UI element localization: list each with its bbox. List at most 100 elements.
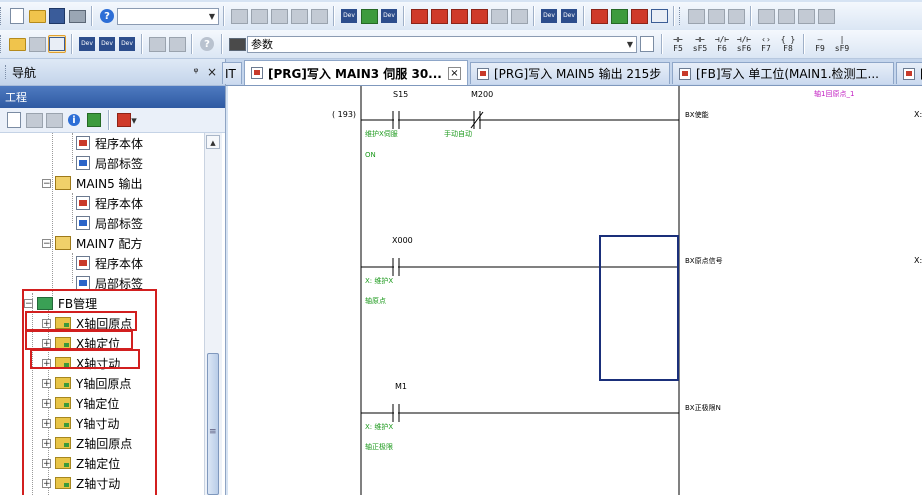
ladder-edit-icon[interactable] — [817, 7, 835, 25]
close-icon[interactable]: × — [204, 65, 220, 79]
toolbar-separator — [533, 6, 535, 26]
pane-grip[interactable] — [5, 65, 9, 79]
tree-item-label: 程序本体 — [95, 256, 144, 271]
dev-icon[interactable]: Dev — [98, 35, 116, 53]
hline-icon[interactable]: — F9 — [809, 35, 831, 53]
tree-guide — [72, 193, 73, 223]
binoculars-icon[interactable] — [228, 35, 246, 53]
instruction-icon[interactable]: { } F8 — [777, 35, 799, 53]
monitor-icon[interactable] — [630, 7, 648, 25]
tab-label: [PRG]写入 MAIN5 输出 215步 — [494, 67, 662, 81]
help-icon[interactable]: ? — [98, 7, 116, 25]
monitor-icon[interactable] — [590, 7, 608, 25]
open-icon[interactable] — [28, 7, 46, 25]
dev-icon[interactable]: Dev — [118, 35, 136, 53]
parameter-combo-value: 参数 — [251, 38, 273, 51]
copy-icon[interactable] — [25, 111, 43, 129]
help-icon[interactable]: ? — [198, 35, 216, 53]
tree-item-program-body[interactable]: 程序本体 — [76, 193, 143, 213]
pin-icon[interactable]: ᵠ — [188, 65, 204, 79]
contact-nc-or-icon[interactable]: ⊣/⊢ sF6 — [733, 35, 755, 53]
ladder-edit-icon[interactable] — [727, 7, 745, 25]
print-icon[interactable] — [68, 7, 86, 25]
tree-item-program-body[interactable]: 程序本体 — [76, 133, 143, 153]
project-header-label: 工程 — [5, 91, 27, 104]
project-tree: 程序本体 局部标签 − MAIN5 输出 程序本体 局部标签 − MAIN7 配… — [0, 133, 204, 495]
close-icon[interactable]: × — [448, 66, 461, 80]
device-icon[interactable] — [650, 7, 668, 25]
ladder-mode-icon[interactable] — [28, 35, 46, 53]
vline-icon[interactable]: | sF9 — [831, 35, 853, 53]
dev-icon[interactable] — [360, 7, 378, 25]
coil-icon[interactable]: ‹› F7 — [755, 35, 777, 53]
document-icon[interactable] — [638, 35, 656, 53]
dev-icon[interactable]: Dev — [380, 7, 398, 25]
tab-label: IT — [225, 66, 236, 81]
tab-fb[interactable]: [FB]写入 单工位(MAIN1.检测工... — [672, 62, 894, 84]
ladder-editor[interactable]: ( 193) S15 维护X伺服 ON M200 手动自动 轴1回原点_1 BX… — [228, 86, 922, 495]
redo-icon[interactable] — [310, 7, 328, 25]
tree-item-program-body[interactable]: 程序本体 — [76, 253, 143, 273]
ladder-edit-icon[interactable] — [797, 7, 815, 25]
fb-right-label: X: — [914, 256, 922, 265]
dev-icon[interactable]: Dev — [340, 7, 358, 25]
toolbar-grip[interactable] — [679, 7, 683, 25]
zoom-icon[interactable] — [168, 35, 186, 53]
tool-dropdown-icon[interactable]: ▾ — [115, 111, 139, 129]
ladder-edit-icon[interactable] — [687, 7, 705, 25]
tab-main3[interactable]: [PRG]写入 MAIN3 伺服 30... × — [244, 60, 468, 85]
toolbar-grip[interactable] — [0, 35, 4, 53]
highlight-box — [25, 330, 133, 350]
tree-item-label: MAIN7 配方 — [76, 236, 143, 251]
contact-device-label: M1 — [395, 382, 407, 391]
cut-icon[interactable] — [230, 7, 248, 25]
delete-icon[interactable] — [470, 7, 488, 25]
undo-icon[interactable] — [290, 7, 308, 25]
contact-no-icon[interactable]: ⊣⊢ F5 — [667, 35, 689, 53]
dev-icon[interactable]: Dev — [78, 35, 96, 53]
toolbar-separator — [583, 6, 585, 26]
refresh-icon[interactable] — [85, 111, 103, 129]
new-data-icon[interactable] — [5, 111, 23, 129]
scroll-thumb[interactable] — [207, 353, 219, 495]
compare-icon[interactable] — [490, 7, 508, 25]
tree-scrollbar[interactable]: ▲ ≡ — [204, 133, 222, 495]
contact-nc-icon[interactable]: ⊣/⊢ F6 — [711, 35, 733, 53]
tab-next[interactable]: [ — [896, 62, 922, 84]
copy-icon[interactable] — [250, 7, 268, 25]
verify-icon[interactable] — [450, 7, 468, 25]
ladder-edit-icon[interactable] — [777, 7, 795, 25]
dev-icon[interactable]: Dev — [560, 7, 578, 25]
tab-main5[interactable]: [PRG]写入 MAIN5 输出 215步 — [470, 62, 670, 84]
paste-icon[interactable] — [45, 111, 63, 129]
parameter-combo[interactable]: 参数 ▼ — [247, 35, 637, 53]
program-icon — [477, 67, 489, 80]
scroll-up-icon[interactable]: ▲ — [206, 135, 220, 149]
ladder-mode-icon[interactable] — [8, 35, 26, 53]
ladder-mode-icon[interactable] — [48, 35, 66, 53]
tree-item-main5[interactable]: − MAIN5 输出 — [42, 173, 143, 193]
zoom-icon[interactable] — [148, 35, 166, 53]
properties-icon[interactable]: i — [65, 111, 83, 129]
write-icon[interactable] — [410, 7, 428, 25]
project-combo[interactable]: ▼ — [117, 7, 219, 25]
toolbar-separator — [403, 6, 405, 26]
save-icon[interactable] — [48, 7, 66, 25]
tree-item-local-label[interactable]: 局部标签 — [76, 153, 143, 173]
collapse-icon[interactable]: − — [42, 178, 51, 188]
compare-icon[interactable] — [510, 7, 528, 25]
dev-icon[interactable]: Dev — [540, 7, 558, 25]
toolbar-grip[interactable] — [0, 7, 4, 25]
tree-item-local-label[interactable]: 局部标签 — [76, 213, 143, 233]
new-icon[interactable] — [8, 7, 26, 25]
paste-icon[interactable] — [270, 7, 288, 25]
ladder-edit-icon[interactable] — [757, 7, 775, 25]
read-icon[interactable] — [430, 7, 448, 25]
contact-state: ON — [365, 151, 376, 159]
ladder-edit-icon[interactable] — [707, 7, 725, 25]
tab-previous[interactable]: IT — [222, 62, 242, 84]
monitor-icon[interactable] — [610, 7, 628, 25]
collapse-icon[interactable]: − — [42, 238, 51, 248]
contact-or-icon[interactable]: ⊣⊢ sF5 — [689, 35, 711, 53]
tree-item-main7[interactable]: − MAIN7 配方 — [42, 233, 143, 253]
